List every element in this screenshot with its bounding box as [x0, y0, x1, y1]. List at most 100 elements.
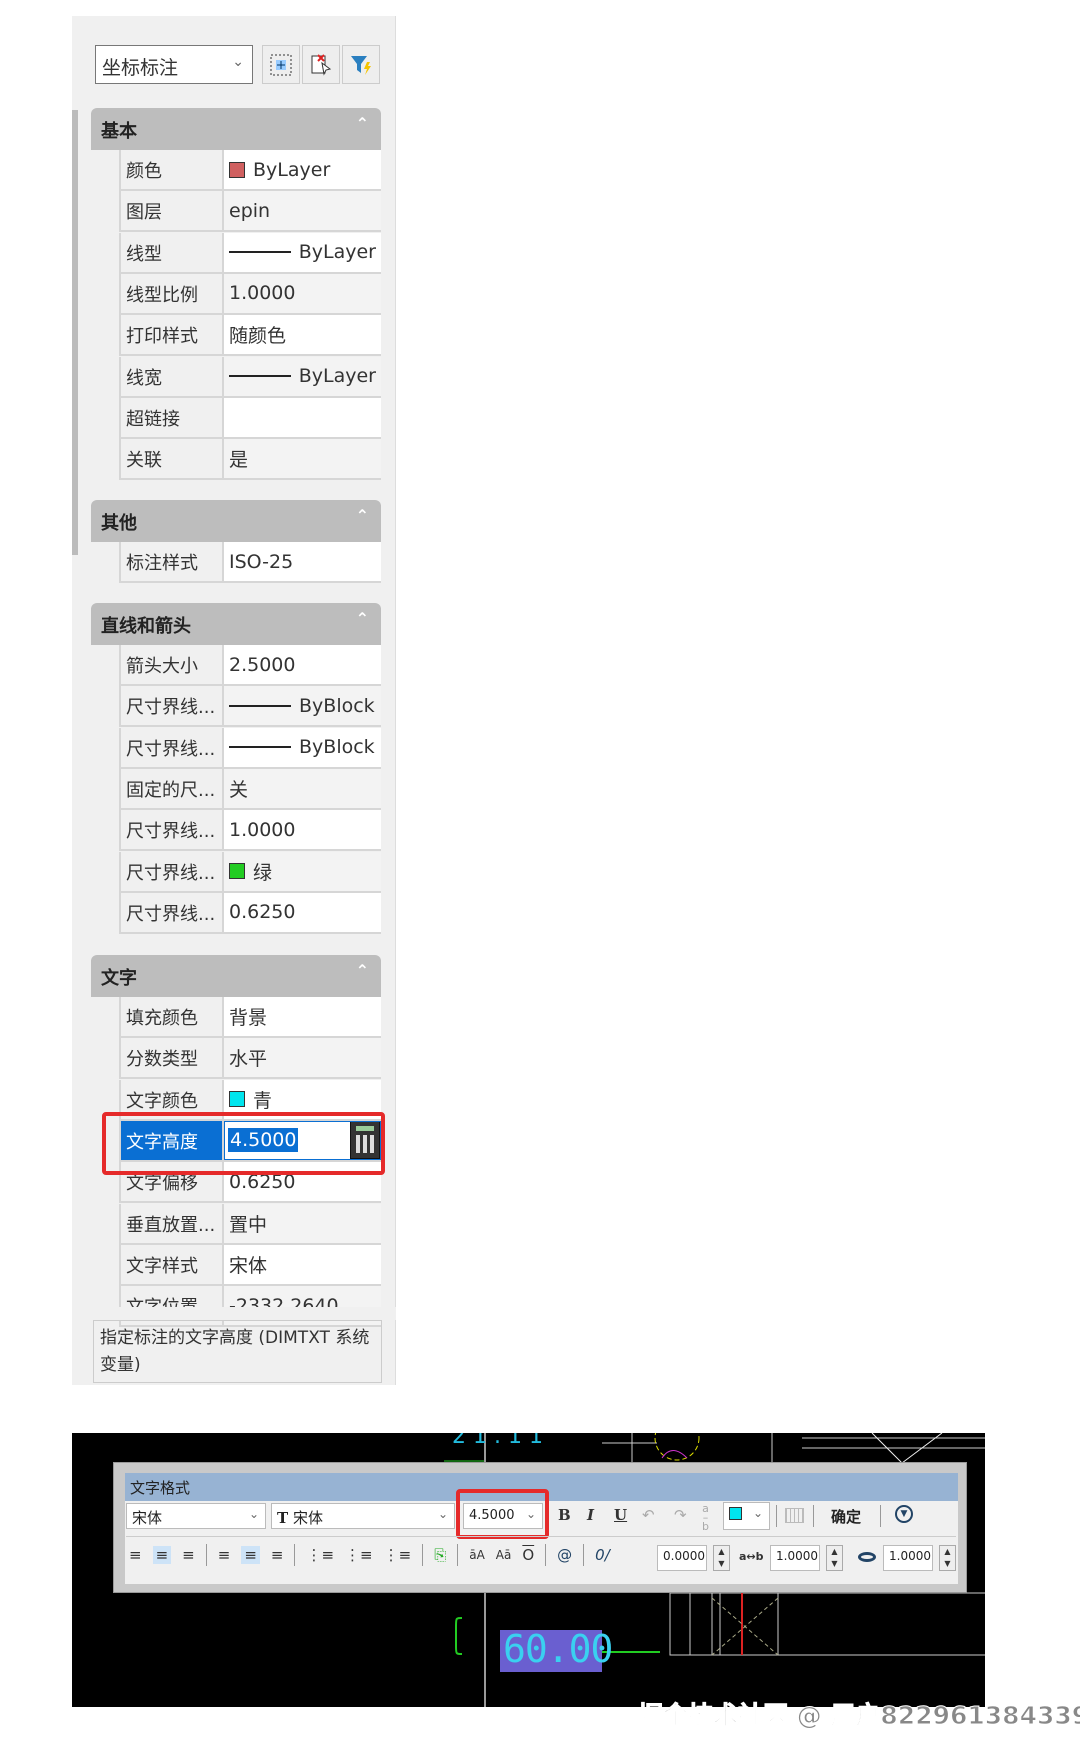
stack-icon[interactable]: a – b — [702, 1503, 709, 1532]
oblique-icon[interactable]: 0/ — [595, 1546, 610, 1564]
property-value-cell[interactable]: ByBlock — [224, 727, 381, 767]
property-value-cell[interactable]: 1.0000 — [224, 273, 381, 313]
ok-button[interactable]: 确定 — [831, 1506, 861, 1527]
property-row[interactable]: 线宽 ByLayer — [119, 356, 381, 398]
property-row[interactable]: 尺寸界线... ByBlock — [119, 686, 381, 728]
section-header[interactable]: 文字 ⌃ — [91, 955, 381, 997]
property-value-cell[interactable]: 0.6250 — [224, 892, 381, 932]
align-top-icon[interactable]: ≡ — [218, 1546, 231, 1564]
font-select[interactable]: T 宋体 ⌄ — [271, 1503, 455, 1529]
align-right-icon[interactable]: ≡ — [182, 1546, 195, 1564]
options-icon[interactable]: ▼ — [895, 1505, 913, 1523]
bold-button[interactable]: B — [558, 1506, 571, 1524]
select-objects-button[interactable] — [302, 45, 340, 84]
property-value-cell[interactable]: 1.0000 — [224, 810, 381, 850]
tracking-spinner[interactable]: ▲ ▼ — [826, 1545, 843, 1571]
property-row[interactable]: 尺寸界线... 1.0000 — [119, 810, 381, 852]
align-center-icon[interactable]: ≡ — [152, 1546, 172, 1564]
symbol-icon[interactable]: @ — [557, 1546, 572, 1564]
property-row[interactable]: 尺寸界线... 绿 — [119, 851, 381, 893]
property-row[interactable]: 尺寸界线... 0.6250 — [119, 892, 381, 934]
property-row[interactable]: 文字样式 宋体 — [119, 1244, 381, 1286]
ruler-icon[interactable] — [785, 1508, 804, 1523]
section-header[interactable]: 其他 ⌃ — [91, 500, 381, 542]
quick-select-button[interactable] — [262, 45, 300, 84]
uppercase-icon[interactable]: āA — [469, 1548, 485, 1562]
property-value-cell[interactable]: ByLayer — [224, 232, 381, 272]
object-type-select[interactable]: 坐标标注 ⌄ — [95, 45, 253, 84]
property-row[interactable]: 颜色 ByLayer — [119, 150, 381, 191]
chevron-down-icon: ⌄ — [248, 1507, 259, 1521]
property-value-cell[interactable]: 是 — [224, 439, 381, 479]
property-value-cell[interactable]: 置中 — [224, 1203, 381, 1243]
property-row[interactable]: 尺寸界线... ByBlock — [119, 727, 381, 769]
section-header[interactable]: 直线和箭头 ⌃ — [91, 603, 381, 645]
chevron-down-icon: ⌄ — [232, 54, 244, 70]
lowercase-icon[interactable]: Aā — [496, 1548, 512, 1562]
align-left-icon[interactable]: ≡ — [129, 1546, 142, 1564]
highlight-box — [456, 1489, 549, 1539]
property-value-cell[interactable]: ByLayer — [224, 150, 381, 189]
collapse-icon[interactable]: ⌃ — [356, 506, 369, 525]
property-label: 文字样式 — [121, 1244, 224, 1284]
property-row[interactable]: 关联是 — [119, 439, 381, 481]
collapse-icon[interactable]: ⌃ — [356, 114, 369, 133]
align-bottom-icon[interactable]: ≡ — [271, 1546, 284, 1564]
bullet-list-icon[interactable]: ⋮≡ — [345, 1546, 373, 1564]
text-style-select[interactable]: 宋体 ⌄ — [126, 1503, 266, 1529]
property-row[interactable]: 打印样式 随颜色 — [119, 315, 381, 357]
align-middle-icon[interactable]: ≡ — [241, 1546, 260, 1564]
property-value-cell[interactable]: ISO-25 — [224, 542, 381, 581]
property-row[interactable]: 分数类型 水平 — [119, 1038, 381, 1080]
property-value-cell[interactable]: 背景 — [224, 997, 381, 1036]
property-value-cell[interactable]: ByBlock — [224, 686, 381, 726]
property-row[interactable]: 线型比例 1.0000 — [119, 273, 381, 315]
property-row[interactable]: 超链接 — [119, 397, 381, 439]
property-value-cell[interactable]: epin — [224, 191, 381, 231]
underline-button[interactable]: U — [614, 1506, 627, 1524]
lettered-list-icon[interactable]: ⋮≡ — [384, 1546, 412, 1564]
oblique-angle-input[interactable]: 0.0000 — [657, 1545, 707, 1571]
property-row[interactable]: 填充颜色 背景 — [119, 997, 381, 1038]
collapse-icon[interactable]: ⌃ — [356, 961, 369, 980]
clip-edge — [72, 1307, 396, 1320]
highlight-box — [102, 1112, 385, 1175]
collapse-icon[interactable]: ⌃ — [356, 609, 369, 628]
color-swatch — [729, 1507, 742, 1520]
property-value-cell[interactable]: 随颜色 — [224, 315, 381, 355]
filter-button[interactable] — [342, 45, 380, 84]
property-value-cell[interactable]: 2.5000 — [224, 645, 381, 684]
width-factor-icon — [858, 1552, 876, 1562]
width-factor-input[interactable]: 1.0000 — [883, 1545, 933, 1571]
property-row[interactable]: 箭头大小 2.5000 — [119, 645, 381, 686]
insert-field-icon[interactable]: ⎘ — [434, 1546, 446, 1564]
section-header[interactable]: 基本 ⌃ — [91, 108, 381, 150]
property-value: ISO-25 — [229, 550, 294, 573]
overline-icon[interactable]: O — [522, 1546, 534, 1564]
oblique-spinner[interactable]: ▲ ▼ — [713, 1545, 730, 1571]
quick-select-icon — [270, 54, 292, 75]
property-value-cell[interactable]: 水平 — [224, 1038, 381, 1078]
text-color-select[interactable]: ⌄ — [723, 1502, 770, 1530]
tracking-input[interactable]: 1.0000 — [770, 1545, 820, 1571]
numbered-list-icon[interactable]: ⋮≡ — [306, 1546, 334, 1564]
svg-text:2 1 . 1 1: 2 1 . 1 1 — [452, 1433, 543, 1449]
width-factor-spinner[interactable]: ▲ ▼ — [939, 1545, 956, 1571]
property-row[interactable]: 垂直放置... 置中 — [119, 1203, 381, 1245]
dimension-text[interactable]: 60.00 — [503, 1627, 613, 1671]
italic-button[interactable]: I — [587, 1506, 594, 1524]
property-row[interactable]: 线型 ByLayer — [119, 232, 381, 274]
property-value-cell[interactable]: ByLayer — [224, 356, 381, 396]
panel-scrollbar[interactable] — [72, 110, 78, 555]
property-row[interactable]: 固定的尺... 关 — [119, 768, 381, 810]
property-value-cell[interactable]: 绿 — [224, 851, 381, 891]
redo-icon[interactable]: ↷ — [674, 1506, 687, 1524]
line-sample — [229, 251, 291, 254]
undo-icon[interactable]: ↶ — [642, 1506, 655, 1524]
property-row[interactable]: 图层 epin — [119, 191, 381, 233]
property-value-cell[interactable]: 宋体 — [224, 1244, 381, 1284]
property-value: ByLayer — [298, 365, 376, 387]
property-value-cell[interactable] — [224, 397, 381, 437]
property-value-cell[interactable]: 关 — [224, 768, 381, 808]
property-row[interactable]: 标注样式 ISO-25 — [119, 542, 381, 583]
